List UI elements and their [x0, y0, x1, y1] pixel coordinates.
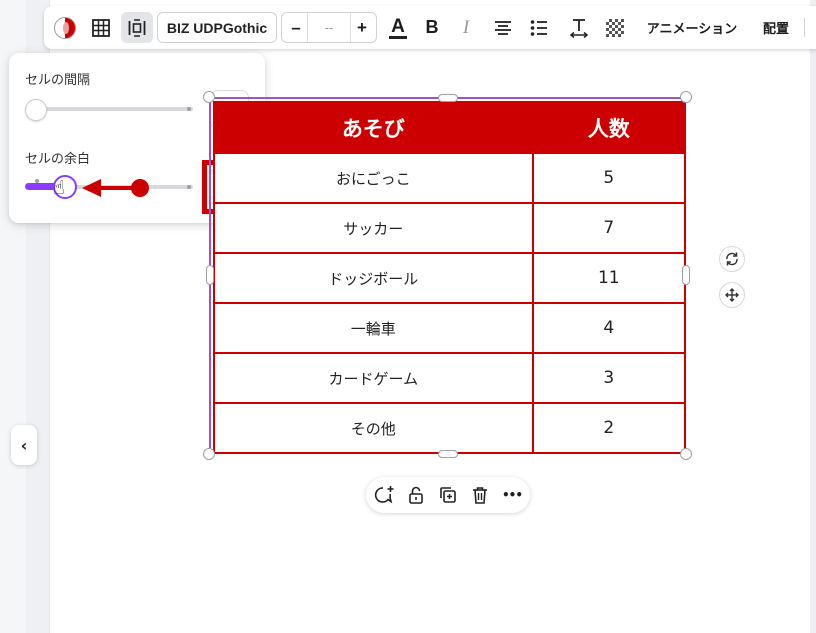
table-cell[interactable]: その他: [213, 402, 534, 454]
drag-arrow-head: [82, 179, 101, 197]
trash-icon: [473, 487, 487, 504]
table-row: カードゲーム 3: [213, 352, 687, 404]
right-rail: [810, 0, 816, 633]
table-color-button[interactable]: [52, 12, 78, 43]
text-color-button[interactable]: A: [386, 12, 410, 43]
table-cell[interactable]: 5: [531, 152, 687, 204]
data-table[interactable]: あそび 人数 おにごっこ 5 サッカー 7 ドッジボール 11 一輪車 4 カー: [213, 101, 687, 454]
floating-toolbar: •••: [366, 477, 530, 513]
cell-spacing-button[interactable]: [121, 12, 153, 43]
table-cell[interactable]: 3: [531, 352, 687, 404]
more-options-button[interactable]: •••: [500, 483, 524, 507]
table-row: サッカー 7: [213, 202, 687, 254]
italic-button[interactable]: I: [454, 12, 478, 43]
resize-handle-bottom-right[interactable]: [680, 448, 692, 460]
table-cell[interactable]: サッカー: [213, 202, 534, 254]
table-cell[interactable]: ドッジボール: [213, 252, 534, 304]
resize-handle-bottom[interactable]: [438, 450, 458, 458]
editor-toolbar: BIZ UDPGothic – -- + A B I アニメーション 配置: [44, 6, 816, 49]
align-center-button[interactable]: [490, 12, 516, 43]
table-row: その他 2: [213, 402, 687, 454]
resize-handle-top[interactable]: [438, 94, 458, 102]
delete-button[interactable]: [468, 483, 492, 507]
duplicate-icon: [440, 487, 456, 503]
font-family-dropdown[interactable]: BIZ UDPGothic: [157, 12, 277, 43]
letter-spacing-icon: [569, 18, 589, 38]
hand-cursor-icon: ☝: [53, 177, 65, 199]
table-cell[interactable]: カードゲーム: [213, 352, 534, 404]
drag-start-marker: [131, 179, 149, 197]
toolbar-divider: [804, 18, 805, 37]
cell-padding-slider-end: [187, 185, 191, 189]
move-button[interactable]: [719, 282, 745, 308]
collapse-panel-button[interactable]: ‹: [11, 425, 37, 465]
table-header-row: あそび 人数: [213, 101, 687, 154]
table-row: おにごっこ 5: [213, 152, 687, 204]
font-size-increase-button[interactable]: +: [354, 18, 370, 38]
resize-handle-top-left[interactable]: [203, 91, 215, 103]
text-color-bar: [389, 36, 407, 39]
cell-gap-slider-track[interactable]: [25, 107, 193, 111]
table-header-cell[interactable]: 人数: [531, 101, 687, 154]
table-cell[interactable]: 7: [531, 202, 687, 254]
align-center-icon: [495, 20, 511, 35]
cell-gap-slider-thumb[interactable]: [25, 99, 47, 121]
letter-spacing-button[interactable]: [566, 12, 592, 43]
bulleted-list-icon: [530, 19, 547, 36]
bulleted-list-button[interactable]: [526, 12, 552, 43]
move-icon: [725, 288, 739, 302]
bold-button[interactable]: B: [420, 12, 444, 43]
table-cell[interactable]: 2: [531, 402, 687, 454]
table-grid-icon: [92, 18, 110, 37]
transparency-button[interactable]: [602, 12, 628, 43]
add-comment-button[interactable]: [372, 483, 396, 507]
cell-gap-slider-end: [187, 107, 191, 111]
resize-handle-right[interactable]: [682, 265, 690, 285]
arrange-button[interactable]: 配置: [754, 12, 798, 43]
resize-handle-left[interactable]: [206, 265, 214, 285]
animation-button[interactable]: アニメーション: [640, 12, 744, 43]
transparency-icon: [606, 18, 624, 37]
cell-spacing-icon: [128, 18, 146, 37]
table-row: 一輪車 4: [213, 302, 687, 354]
table-cell[interactable]: 11: [531, 252, 687, 304]
resize-handle-bottom-left[interactable]: [203, 448, 215, 460]
color-swatch-icon: [54, 16, 76, 39]
table-grid-button[interactable]: [86, 12, 116, 43]
rotate-icon: [726, 252, 738, 266]
lock-icon: [409, 486, 423, 504]
comment-add-icon: [374, 486, 394, 504]
lock-button[interactable]: [404, 483, 428, 507]
table-header-cell[interactable]: あそび: [213, 101, 534, 154]
font-size-input[interactable]: --: [307, 13, 351, 42]
font-size-stepper[interactable]: – -- +: [281, 12, 377, 43]
table-cell[interactable]: 4: [531, 302, 687, 354]
resize-handle-top-right[interactable]: [680, 91, 692, 103]
text-color-icon: A: [391, 16, 405, 37]
table-row: ドッジボール 11: [213, 252, 687, 304]
table-cell[interactable]: 一輪車: [213, 302, 534, 354]
table-cell[interactable]: おにごっこ: [213, 152, 534, 204]
cell-padding-slider-start: [35, 179, 39, 183]
selected-table[interactable]: あそび 人数 おにごっこ 5 サッカー 7 ドッジボール 11 一輪車 4 カー: [209, 97, 687, 454]
rotate-button[interactable]: [719, 246, 745, 272]
cell-padding-label: セルの余白: [25, 152, 91, 167]
cell-gap-label: セルの間隔: [25, 73, 91, 88]
duplicate-button[interactable]: [436, 483, 460, 507]
font-size-decrease-button[interactable]: –: [288, 18, 304, 38]
